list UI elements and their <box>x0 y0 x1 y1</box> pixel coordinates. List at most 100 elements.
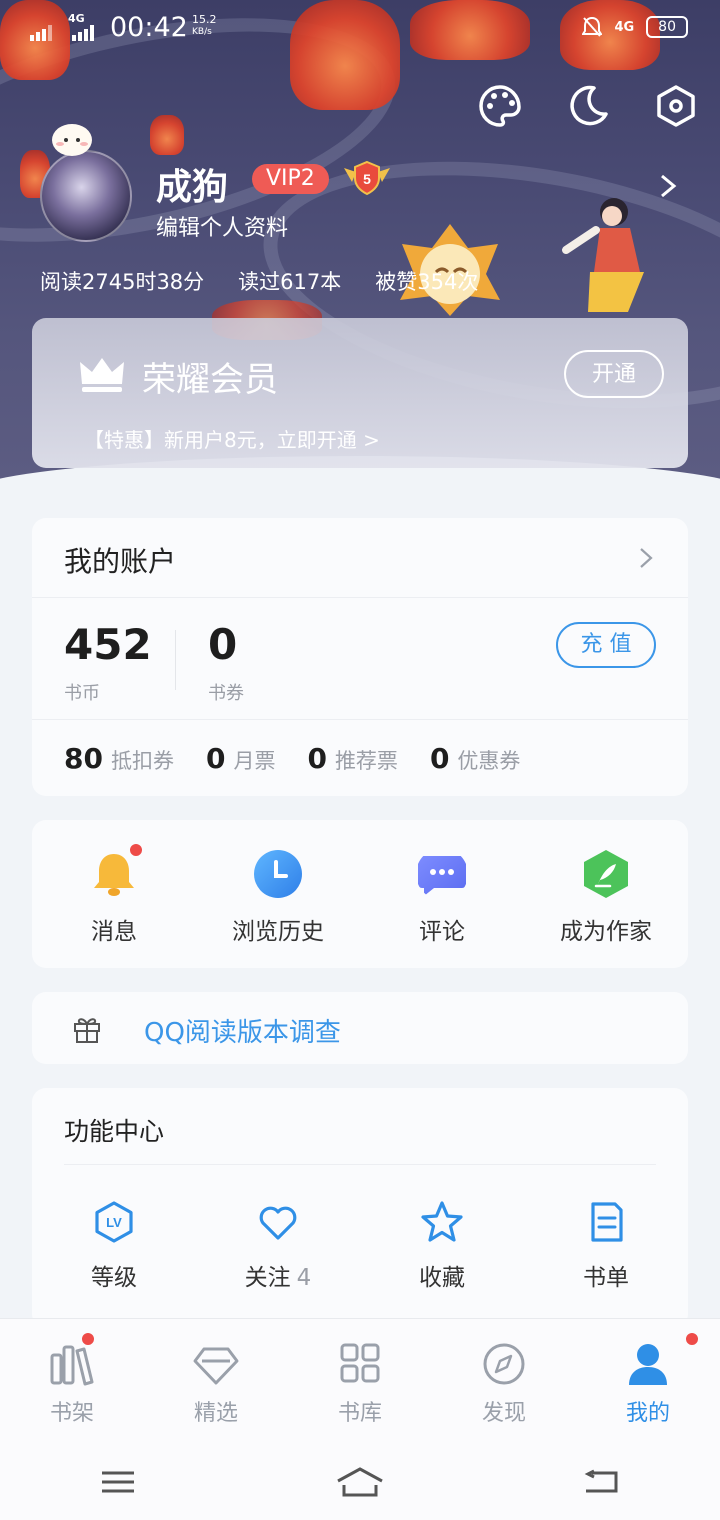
honor-membership-card[interactable]: 荣耀会员 开通 【特惠】新用户8元，立即开通 > <box>32 318 688 468</box>
discount-coupon[interactable]: 0 优惠券 <box>430 742 520 775</box>
history-button[interactable]: 浏览历史 <box>196 820 360 968</box>
moon-icon <box>570 85 608 126</box>
username[interactable]: 成狗 <box>156 158 228 210</box>
likes-stat[interactable]: 被赞354次 <box>375 266 478 296</box>
gift-icon <box>74 1018 100 1043</box>
notification-dot <box>684 1331 700 1347</box>
hexagon-settings-icon <box>657 85 695 127</box>
booklist-label: 书单 <box>583 1265 629 1291</box>
divider <box>64 1164 656 1165</box>
deduction-voucher[interactable]: 80 抵扣券 <box>64 742 174 775</box>
survey-banner[interactable]: QQ阅读版本调查 <box>32 992 688 1064</box>
booklist-icon <box>591 1202 623 1242</box>
book-coupons-balance[interactable]: 0 书券 <box>208 620 244 705</box>
my-account-card: 我的账户 452 书币 0 书券 充 值 80 抵扣券 0 月票 0 推荐票 0 优惠券 <box>32 518 688 796</box>
tab-library[interactable]: 书库 <box>288 1319 432 1444</box>
edit-profile-link[interactable]: 编辑个人资料 <box>156 210 288 242</box>
clock: 00:42 <box>110 12 188 43</box>
recharge-button[interactable]: 充 值 <box>556 622 656 668</box>
home-icon[interactable] <box>334 1465 386 1499</box>
book-coupons-value: 0 <box>208 620 238 669</box>
clock-icon <box>254 850 302 898</box>
books-read-stat[interactable]: 读过617本 <box>238 266 341 296</box>
become-writer-button[interactable]: 成为作家 <box>524 820 688 968</box>
history-label: 浏览历史 <box>232 919 324 945</box>
follow-count: 4 <box>296 1265 312 1291</box>
avatar[interactable] <box>40 150 132 242</box>
survey-link[interactable]: QQ阅读版本调查 <box>144 1012 341 1049</box>
tab-featured[interactable]: 精选 <box>144 1319 288 1444</box>
tab-featured-label: 精选 <box>193 1401 238 1426</box>
recommend-ticket-label: 推荐票 <box>334 749 398 773</box>
book-coins-balance[interactable]: 452 书币 <box>64 620 152 705</box>
monthly-ticket-value: 0 <box>205 742 226 775</box>
tab-discover-label: 发现 <box>481 1401 526 1426</box>
signal-icon <box>30 22 54 41</box>
tab-mine[interactable]: 我的 <box>576 1319 720 1444</box>
tab-discover[interactable]: 发现 <box>432 1319 576 1444</box>
discount-coupon-value: 0 <box>429 742 450 775</box>
system-navigation-bar <box>0 1444 720 1520</box>
open-membership-button[interactable]: 开通 <box>564 350 664 398</box>
comment-icon <box>418 856 466 896</box>
signal-icon-2 <box>72 22 96 41</box>
my-account-header[interactable]: 我的账户 <box>32 518 688 598</box>
mascot-decoration <box>52 124 92 156</box>
girl-illustration <box>562 198 644 312</box>
membership-title: 荣耀会员 <box>142 360 278 400</box>
user-icon <box>629 1344 667 1385</box>
heart-icon <box>259 1206 297 1240</box>
level-medal-number: 5 <box>363 171 371 187</box>
night-mode-button[interactable] <box>564 82 612 130</box>
tab-mine-label: 我的 <box>625 1401 670 1426</box>
reading-stats: 阅读2745时38分 读过617本 被赞354次 <box>40 266 478 296</box>
settings-button[interactable] <box>652 82 700 130</box>
compass-icon <box>483 1343 525 1385</box>
recommend-ticket[interactable]: 0 推荐票 <box>307 742 397 775</box>
membership-promo-link[interactable]: 【特惠】新用户8元，立即开通 > <box>84 424 380 453</box>
follow-label: 关注 <box>244 1265 291 1291</box>
bottom-tab-bar: 书架 精选 书库 发现 我的 <box>0 1318 720 1444</box>
monthly-ticket[interactable]: 0 月票 <box>206 742 275 775</box>
speed-unit: KB/s <box>192 27 212 37</box>
network-speed: 15.2 KB/s <box>192 14 217 38</box>
speed-value: 15.2 <box>192 13 217 26</box>
tab-bookshelf[interactable]: 书架 <box>0 1319 144 1444</box>
function-center-title: 功能中心 <box>64 1117 165 1146</box>
follow-button[interactable]: 关注 4 <box>196 1200 360 1292</box>
comments-label: 评论 <box>419 919 465 945</box>
booklist-button[interactable]: 书单 <box>524 1200 688 1292</box>
comments-button[interactable]: 评论 <box>360 820 524 968</box>
level-medal-icon[interactable]: 5 <box>342 160 392 196</box>
grid-icon <box>340 1343 380 1383</box>
chevron-right-icon <box>640 548 653 568</box>
theme-palette-button[interactable] <box>476 82 524 130</box>
notification-dot <box>80 1331 96 1347</box>
status-bar: 4G 00:42 15.2 KB/s 4G 80 <box>0 0 720 58</box>
tab-library-label: 书库 <box>337 1401 382 1426</box>
tickets-row: 80 抵扣券 0 月票 0 推荐票 0 优惠券 <box>64 742 552 775</box>
crown-icon <box>80 358 124 392</box>
level-button[interactable]: LV 等级 <box>32 1200 196 1292</box>
level-label: 等级 <box>91 1265 137 1291</box>
reading-time-stat[interactable]: 阅读2745时38分 <box>40 266 204 296</box>
messages-button[interactable]: 消息 <box>32 820 196 968</box>
divider <box>32 719 688 720</box>
function-row: LV 等级 关注 4 收藏 书单 <box>32 1200 688 1292</box>
vip-level-badge[interactable]: VIP2 <box>252 164 329 194</box>
function-center-card: 功能中心 LV 等级 关注 4 收藏 书单 <box>32 1088 688 1328</box>
menu-icon[interactable] <box>98 1467 138 1497</box>
book-coupons-label: 书券 <box>208 683 244 704</box>
battery-indicator: 80 <box>646 16 688 38</box>
my-account-title: 我的账户 <box>64 545 177 578</box>
lantern-decoration <box>150 115 184 155</box>
deduction-voucher-label: 抵扣券 <box>110 749 174 773</box>
diamond-icon <box>193 1347 239 1385</box>
discount-coupon-label: 优惠券 <box>457 749 521 773</box>
notification-dot <box>128 842 144 858</box>
tab-bookshelf-label: 书架 <box>49 1401 94 1426</box>
recommend-ticket-value: 0 <box>307 742 327 775</box>
chevron-right-icon[interactable] <box>656 172 680 200</box>
favorites-button[interactable]: 收藏 <box>360 1200 524 1292</box>
back-icon[interactable] <box>582 1467 622 1497</box>
